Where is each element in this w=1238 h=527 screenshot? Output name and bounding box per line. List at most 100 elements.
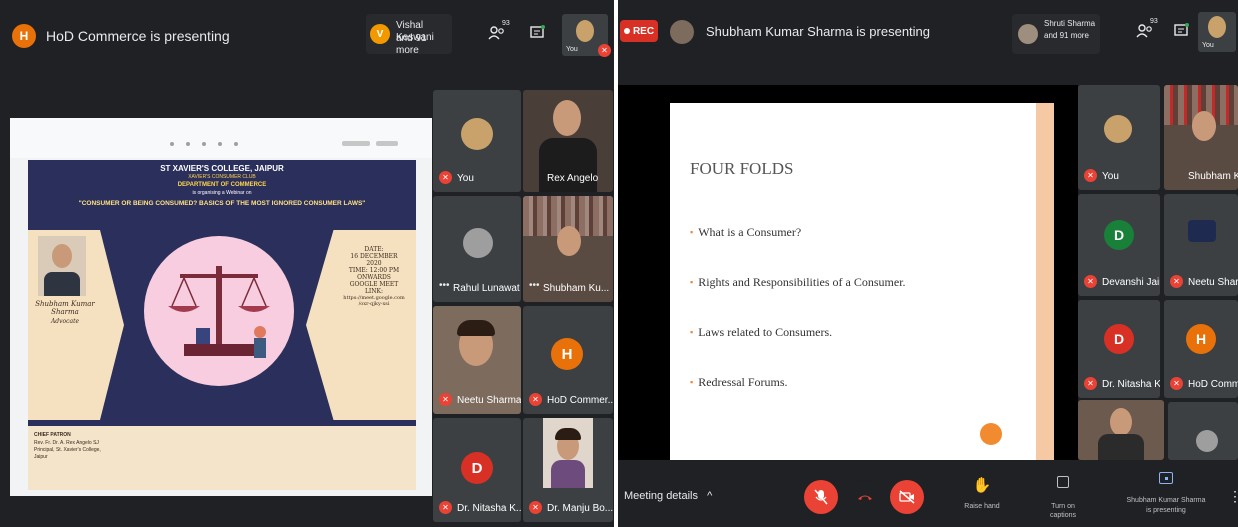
speaker-role: Advocate bbox=[50, 318, 80, 325]
left-meet-window: H HoD Commerce is presenting V Vishal Ke… bbox=[0, 0, 614, 527]
viewer-toolbar bbox=[10, 118, 432, 158]
avatar bbox=[461, 118, 493, 150]
avatar bbox=[463, 228, 493, 258]
poster-dept: DEPARTMENT OF COMMERCE bbox=[177, 182, 267, 188]
tile-dr-manju[interactable]: ✕ Dr. Manju Bo... bbox=[523, 418, 613, 522]
participant-name: Rahul Lunawat bbox=[453, 283, 520, 294]
mic-off-icon: ✕ bbox=[598, 44, 611, 57]
tile-rex-angelo[interactable]: Rex Angelo bbox=[523, 90, 613, 192]
patron-line: Principal, St. Xavier's College, bbox=[34, 447, 101, 453]
avatar: H bbox=[551, 338, 583, 370]
event-details-panel: DATE: 16 DECEMBER 2020 TIME: 12:00 PM ON… bbox=[306, 230, 416, 420]
chat-icon[interactable] bbox=[526, 22, 548, 44]
participant-name: Shubham Ku... bbox=[1188, 171, 1238, 182]
avatar bbox=[1104, 115, 1132, 143]
tile-you[interactable]: ✕ You bbox=[433, 90, 521, 192]
participant-body bbox=[1098, 434, 1144, 460]
tile-rahul-lunawat[interactable]: Rahul Lunawat ••• bbox=[433, 196, 521, 302]
mic-off-icon: ✕ bbox=[439, 393, 452, 406]
captions-icon bbox=[1057, 476, 1069, 488]
slide-bullet: Rights and Responsibilities of a Consume… bbox=[690, 275, 905, 290]
top-bar: H HoD Commerce is presenting V Vishal Ke… bbox=[0, 0, 614, 62]
leave-call-button[interactable] bbox=[848, 480, 882, 514]
captions-button[interactable]: Turn on captions bbox=[1038, 476, 1088, 520]
slide-orange-dot bbox=[980, 423, 1002, 445]
presentation-status-button[interactable]: Shubham Kumar Sharma is presenting bbox=[1118, 472, 1214, 524]
event-details: DATE: 16 DECEMBER 2020 TIME: 12:00 PM ON… bbox=[336, 246, 412, 307]
participant-name: Shubham Ku... bbox=[543, 283, 610, 294]
raise-hand-label: Raise hand bbox=[964, 503, 1000, 510]
tile-video-preview[interactable] bbox=[1078, 400, 1164, 460]
slide-accent-stripe bbox=[1036, 103, 1054, 460]
participant-more: and 91 more bbox=[1044, 31, 1089, 40]
presenter-avatar: H bbox=[12, 24, 36, 48]
poster-organising: is organising a Webinar on bbox=[192, 190, 252, 196]
participant-name: You bbox=[1102, 171, 1119, 182]
patron-label: CHIEF PATRON bbox=[34, 432, 71, 438]
chat-icon[interactable] bbox=[1170, 20, 1192, 42]
tile-neetu-sharma[interactable]: ✕ Neetu Sharma bbox=[433, 306, 521, 414]
meeting-details-button[interactable]: Meeting details ^ bbox=[624, 490, 712, 502]
tile-neetu-sharma[interactable]: ✕ Neetu Sharma bbox=[1164, 194, 1238, 296]
camera-toggle-button[interactable] bbox=[890, 480, 924, 514]
date-line: DATE: bbox=[364, 246, 384, 253]
tile-you[interactable]: ✕ You bbox=[1078, 85, 1160, 190]
people-icon[interactable]: 93 bbox=[1132, 18, 1158, 42]
meeting-details-label: Meeting details bbox=[624, 490, 698, 502]
participant-name: Neetu Sharma bbox=[457, 395, 521, 406]
poster-title: "CONSUMER OR BEING CONSUMED? BASICS OF T… bbox=[78, 200, 366, 207]
self-view-thumbnail[interactable]: You bbox=[1198, 12, 1236, 52]
participant-name: HoD Commer... bbox=[1188, 379, 1238, 390]
presentation-area: FOUR FOLDS What is a Consumer? Rights an… bbox=[618, 85, 1078, 460]
participant-face bbox=[553, 100, 581, 136]
camera-off-icon bbox=[899, 490, 915, 504]
participants-chip[interactable]: V Vishal Keswani and 91 more bbox=[366, 14, 452, 56]
scales-icon bbox=[168, 266, 270, 358]
avatar: D bbox=[1104, 220, 1134, 250]
rec-label: REC bbox=[632, 25, 655, 37]
rec-badge: REC bbox=[620, 20, 658, 42]
self-view-thumbnail[interactable]: You ✕ bbox=[562, 14, 611, 57]
slide-bullet: Redressal Forums. bbox=[690, 375, 787, 390]
speaker-panel: Shubham Kumar Sharma Advocate bbox=[28, 230, 124, 420]
date-line: ONWARDS bbox=[357, 274, 391, 281]
tile-dr-nitasha[interactable]: D ✕ Dr. Nitasha K... bbox=[1078, 300, 1160, 398]
mic-off-icon: ✕ bbox=[1084, 275, 1097, 288]
speaker-name: Shubham Kumar Sharma bbox=[35, 300, 95, 316]
participant-name: Dr. Manju Bo... bbox=[547, 503, 613, 514]
mic-off-icon: ✕ bbox=[529, 393, 542, 406]
presentation-slide: FOUR FOLDS What is a Consumer? Rights an… bbox=[670, 103, 1054, 460]
presenter-avatar bbox=[670, 20, 694, 44]
participant-name: Neetu Sharma bbox=[1188, 277, 1238, 288]
more-options-icon[interactable]: ••• bbox=[439, 280, 450, 292]
participant-count: 93 bbox=[502, 20, 510, 27]
tile-shubham[interactable]: Shubham Ku... ••• bbox=[523, 196, 613, 302]
participant-avatar bbox=[1018, 24, 1038, 44]
more-options-icon[interactable]: ⋮ bbox=[1228, 488, 1238, 505]
tile-devanshi-jain[interactable]: D ✕ Devanshi Jain bbox=[1078, 194, 1160, 296]
tile-shubham[interactable]: Shubham Ku... bbox=[1164, 85, 1238, 190]
bottom-control-bar: Meeting details ^ ✋ Raise hand Turn on c… bbox=[618, 462, 1238, 527]
date-line: 16 DECEMBER bbox=[350, 253, 398, 260]
date-line: /oxr-qjky-xsi bbox=[358, 301, 390, 307]
hand-icon: ✋ bbox=[972, 477, 992, 494]
scales-illustration bbox=[144, 236, 294, 386]
participant-name: HoD Commer... bbox=[547, 395, 613, 406]
tile-hod-commerce[interactable]: H ✕ HoD Commer... bbox=[523, 306, 613, 414]
participant-video bbox=[543, 418, 593, 488]
more-options-icon[interactable]: ••• bbox=[529, 280, 540, 292]
top-bar: REC Shubham Kumar Sharma is presenting S… bbox=[618, 0, 1238, 62]
participants-chip[interactable]: Shruti Sharma and 91 more bbox=[1012, 14, 1100, 54]
participant-face bbox=[1110, 408, 1132, 436]
presenting-label: Shubham Kumar Sharma is presenting bbox=[706, 24, 931, 39]
mic-toggle-button[interactable] bbox=[804, 480, 838, 514]
tile-hod-commerce[interactable]: H ✕ HoD Commer... bbox=[1164, 300, 1238, 398]
people-icon[interactable]: 93 bbox=[484, 20, 510, 44]
avatar: D bbox=[461, 452, 493, 484]
tile-partial[interactable] bbox=[1168, 402, 1238, 460]
slide-bullet: Laws related to Consumers. bbox=[690, 325, 832, 340]
participant-avatar: V bbox=[370, 24, 390, 44]
raise-hand-button[interactable]: ✋ Raise hand bbox=[962, 476, 1002, 520]
participant-name: Shruti Sharma bbox=[1044, 19, 1096, 28]
tile-dr-nitasha[interactable]: D ✕ Dr. Nitasha K... bbox=[433, 418, 521, 522]
